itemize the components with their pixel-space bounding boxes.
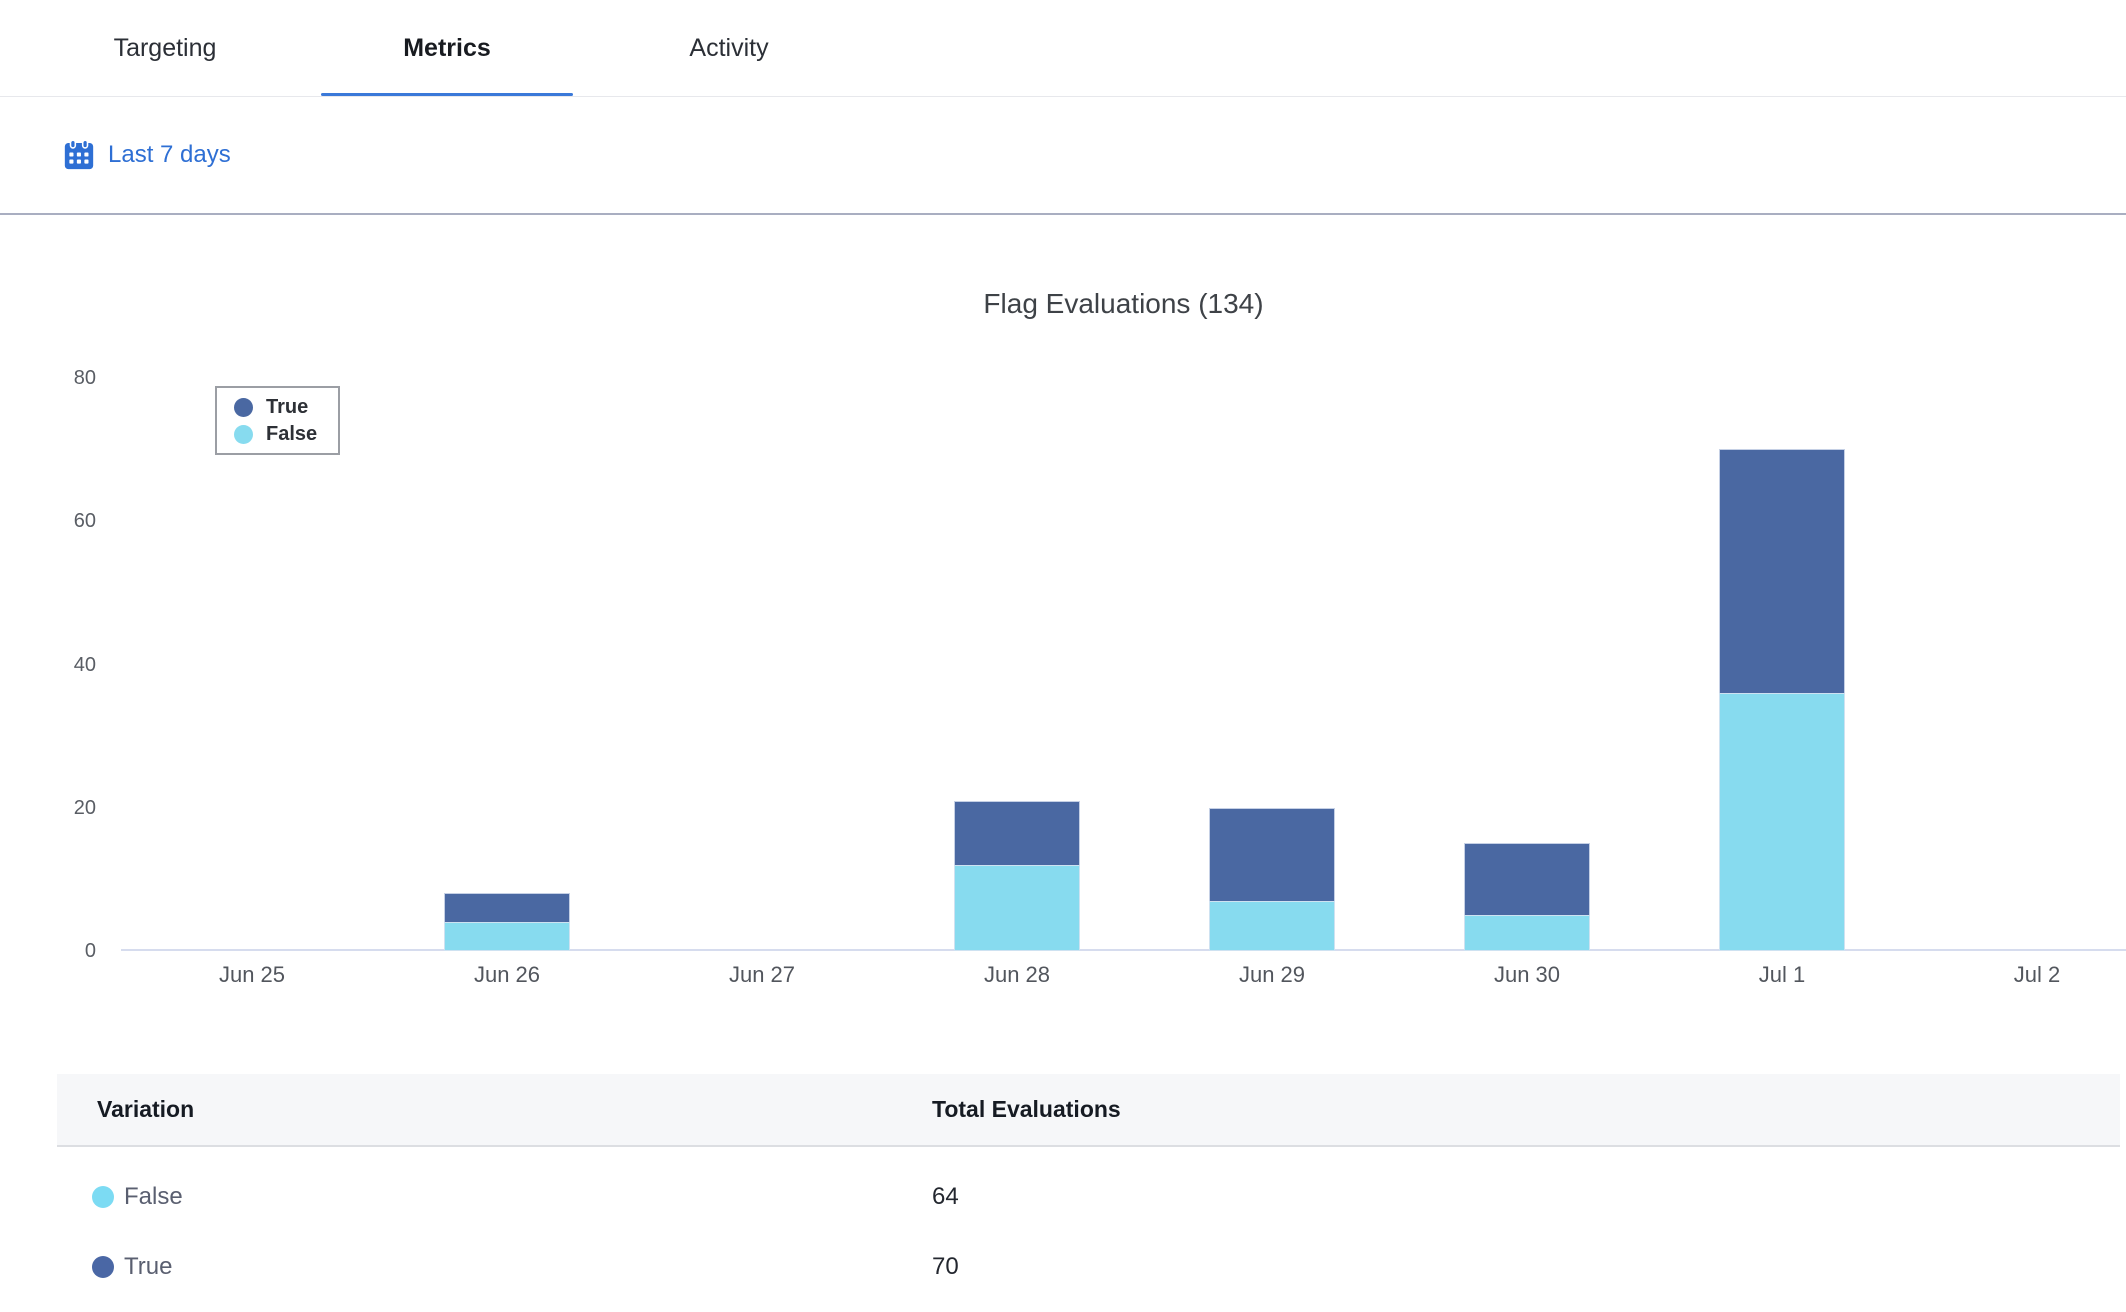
- bar-jul-1[interactable]: [1719, 449, 1845, 951]
- bar-segment-true: [1464, 843, 1590, 915]
- bar-segment-false: [1719, 693, 1845, 951]
- legend-label: True: [266, 396, 308, 419]
- variation-swatch-true: [92, 1256, 114, 1278]
- variation-label: True: [124, 1253, 172, 1281]
- bar-jun-28[interactable]: [954, 801, 1080, 951]
- variation-swatch-false: [92, 1186, 114, 1208]
- bar-segment-false: [1209, 901, 1335, 951]
- x-axis-tick-label: Jul 2: [1947, 962, 2126, 988]
- bar-segment-false: [444, 922, 570, 951]
- tab-activity[interactable]: Activity: [603, 0, 855, 96]
- tab-metrics[interactable]: Metrics: [321, 0, 573, 96]
- table-header-row: Variation Total Evaluations: [57, 1074, 2120, 1147]
- tab-activity-label: Activity: [689, 34, 768, 63]
- bar-segment-false: [954, 865, 1080, 951]
- y-axis-tick-label: 40: [0, 651, 96, 679]
- variation-label: False: [124, 1183, 183, 1211]
- y-axis-tick-label: 60: [0, 507, 96, 535]
- bar-segment-true: [1209, 808, 1335, 901]
- variations-table: Variation Total Evaluations False 64 True 7…: [57, 1074, 2120, 1302]
- x-axis-tick-label: Jun 25: [162, 962, 342, 988]
- tab-targeting[interactable]: Targeting: [39, 0, 291, 96]
- x-axis-tick-label: Jun 28: [927, 962, 1107, 988]
- table-body: False 64 True 70: [57, 1147, 2120, 1302]
- variation-cell: False: [57, 1183, 183, 1211]
- bar-jun-26[interactable]: [444, 893, 570, 951]
- x-axis-tick-label: Jun 29: [1182, 962, 1362, 988]
- total-evaluations-value: 70: [932, 1253, 959, 1281]
- y-axis-tick-label: 80: [0, 364, 96, 392]
- bar-jun-29[interactable]: [1209, 808, 1335, 951]
- table-row-false: False 64: [57, 1162, 2120, 1232]
- x-axis-tick-label: Jul 1: [1692, 962, 1872, 988]
- legend-item-false[interactable]: False: [234, 421, 338, 448]
- date-range-label: Last 7 days: [108, 141, 231, 169]
- total-evaluations-value: 64: [932, 1183, 959, 1211]
- bar-segment-true: [954, 801, 1080, 865]
- bar-jun-30[interactable]: [1464, 843, 1590, 951]
- chart-title: Flag Evaluations (134): [121, 288, 2126, 320]
- legend-swatch-false: [234, 425, 253, 444]
- x-axis-tick-label: Jun 26: [417, 962, 597, 988]
- tab-metrics-label: Metrics: [403, 34, 491, 63]
- x-axis-tick-label: Jun 27: [672, 962, 852, 988]
- bar-segment-true: [444, 893, 570, 922]
- table-row-true: True 70: [57, 1232, 2120, 1302]
- legend-label: False: [266, 423, 317, 446]
- legend-item-true[interactable]: True: [234, 394, 338, 421]
- tab-targeting-label: Targeting: [114, 34, 217, 63]
- tab-bar: Targeting Metrics Activity: [0, 0, 2126, 97]
- chart-legend: True False: [215, 386, 340, 455]
- y-axis-tick-label: 0: [0, 937, 96, 965]
- bar-segment-true: [1719, 449, 1845, 693]
- y-axis-tick-label: 20: [0, 794, 96, 822]
- variation-cell: True: [57, 1253, 172, 1281]
- bar-segment-false: [1464, 915, 1590, 951]
- column-header-total-evaluations: Total Evaluations: [932, 1096, 1121, 1123]
- date-range-button[interactable]: Last 7 days: [62, 138, 231, 172]
- flag-metrics-page: Targeting Metrics Activity: [0, 0, 2126, 1312]
- x-axis-tick-label: Jun 30: [1437, 962, 1617, 988]
- legend-swatch-true: [234, 398, 253, 417]
- date-filter-bar: Last 7 days: [0, 97, 2126, 215]
- column-header-variation: Variation: [57, 1096, 194, 1123]
- calendar-icon: [62, 138, 96, 172]
